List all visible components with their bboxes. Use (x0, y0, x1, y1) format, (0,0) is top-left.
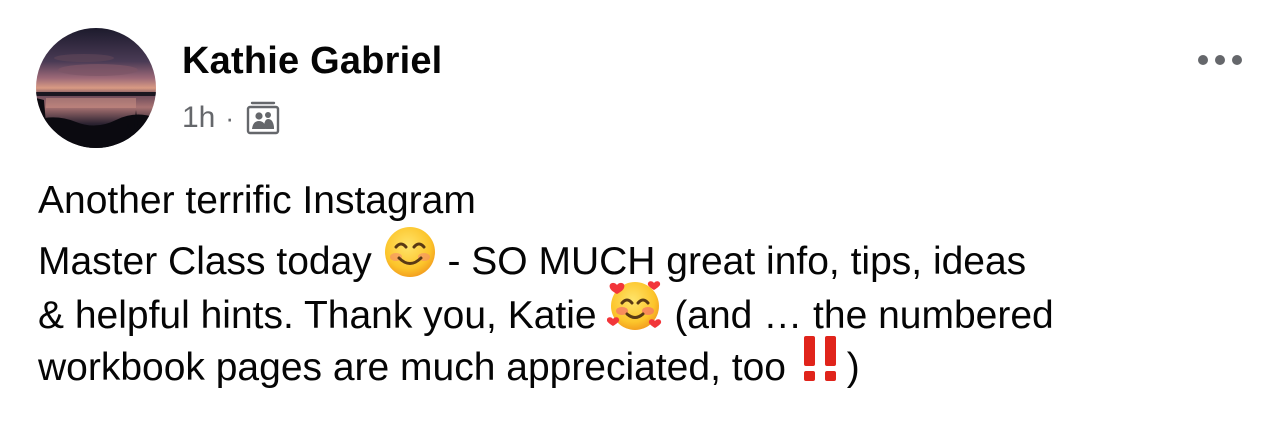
post-text-segment: Another terrific Instagram (38, 179, 476, 222)
author-name[interactable]: Kathie Gabriel (182, 40, 442, 83)
avatar[interactable] (36, 28, 156, 148)
more-options-icon (1198, 55, 1242, 65)
post-text-segment: - SO MUCH great info, tips, ideas (436, 239, 1027, 283)
more-options-button[interactable] (1190, 42, 1250, 78)
post-timestamp[interactable]: 1h (182, 101, 215, 135)
post-text-segment: (and … the numbered (663, 294, 1054, 338)
meta-separator: · (225, 102, 235, 133)
post-text-segment: ) (846, 345, 860, 389)
post-meta: 1h · (182, 98, 280, 138)
photo-album-icon[interactable] (246, 101, 280, 135)
post-line: Master Class today - SO MUCH great info,… (38, 226, 1268, 284)
smiling-face-with-hearts-icon (607, 279, 663, 349)
sunset-lake-photo (36, 28, 156, 148)
post-text: Another terrific Instagram Master Class … (38, 174, 1268, 392)
post-line: & helpful hints. Thank you, Katie (and …… (38, 281, 1268, 338)
smiling-face-with-smiling-eyes-icon (383, 225, 437, 295)
feed-post: Kathie Gabriel 1h · Another terrific Ins… (0, 0, 1284, 447)
post-text-segment: workbook pages are much appreciated, too (38, 345, 786, 389)
double-exclamation-mark-icon (797, 334, 847, 398)
post-text-segment: & helpful hints. Thank you, Katie (38, 294, 597, 338)
post-line: Another terrific Instagram (38, 174, 1268, 229)
post-text-segment: Master Class today (38, 239, 372, 283)
